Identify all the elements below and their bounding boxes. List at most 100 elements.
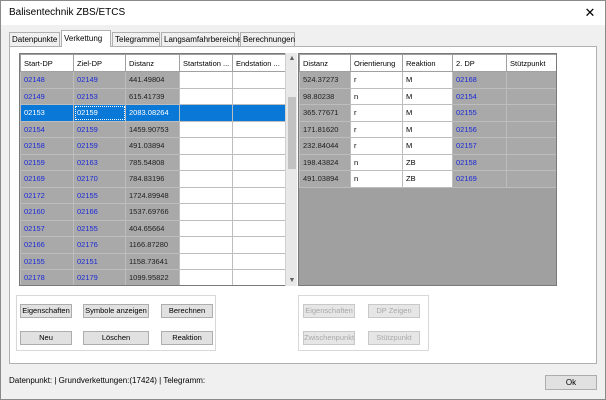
table-cell[interactable]: 02176 — [73, 236, 126, 254]
tab-verkettung[interactable]: Verkettung — [61, 30, 111, 47]
table-cell[interactable]: 441.49804 — [125, 71, 180, 89]
table-cell[interactable] — [232, 170, 287, 188]
table-cell[interactable]: n — [350, 87, 403, 105]
tab-telegramme[interactable]: Telegramme — [112, 32, 160, 46]
table-cell[interactable] — [232, 137, 287, 155]
table-cell[interactable]: 1158.73641 — [125, 252, 180, 270]
table-cell[interactable] — [506, 87, 556, 105]
scrollbar-thumb[interactable] — [288, 97, 296, 169]
table-cell[interactable]: 02157 — [20, 219, 74, 237]
table-row[interactable]: 98.80238 n M 02154 — [299, 87, 556, 105]
table-cell[interactable]: 1166.87280 — [125, 236, 180, 254]
table-row[interactable]: 02178 02179 1099.95822 — [20, 269, 287, 285]
table-cell[interactable]: 02169 — [452, 170, 507, 188]
table-cell[interactable]: 02179 — [73, 269, 126, 285]
table-cell[interactable]: 02154 — [452, 87, 507, 105]
table-cell[interactable]: 02158 — [20, 137, 74, 155]
table-row[interactable]: 491.03894 n ZB 02169 — [299, 170, 556, 188]
table-cell[interactable]: 491.03894 — [125, 137, 180, 155]
table-cell[interactable] — [232, 104, 287, 122]
table-cell[interactable]: r — [350, 137, 403, 155]
table-cell[interactable]: 1099.95822 — [125, 269, 180, 285]
table-cell[interactable]: 232.84044 — [299, 137, 351, 155]
verkettung-column-header[interactable]: Start-DP — [20, 54, 74, 72]
table-cell[interactable] — [179, 170, 233, 188]
table-cell[interactable] — [232, 71, 287, 89]
table-row[interactable]: 02166 02176 1166.87280 — [20, 236, 287, 254]
table-cell[interactable]: 02166 — [73, 203, 126, 221]
table-cell[interactable] — [179, 186, 233, 204]
table-cell[interactable]: ZB — [402, 153, 453, 171]
table-cell[interactable]: r — [350, 71, 403, 89]
berechnen-button[interactable]: Berechnen — [161, 304, 213, 318]
table-cell[interactable]: 02159 — [73, 120, 126, 138]
table-cell[interactable] — [232, 186, 287, 204]
dp-zeigen-button[interactable]: DP Zeigen — [368, 304, 420, 318]
table-cell[interactable] — [179, 137, 233, 155]
table-row[interactable]: 171.81620 r M 02156 — [299, 120, 556, 138]
reaktion-button[interactable]: Reaktion — [161, 331, 213, 345]
table-row[interactable]: 02172 02155 1724.89948 — [20, 186, 287, 204]
table-cell[interactable] — [179, 153, 233, 171]
chevron-down-icon[interactable]: ▼ — [286, 275, 298, 286]
table-cell[interactable]: 02170 — [73, 170, 126, 188]
tab-berechnungen[interactable]: Berechnungen — [240, 32, 295, 46]
table-row[interactable]: 02154 02159 1459.90753 — [20, 120, 287, 138]
table-cell[interactable]: 1459.90753 — [125, 120, 180, 138]
table-cell[interactable]: 785.54808 — [125, 153, 180, 171]
stuetzpunkt-button[interactable]: Stützpunkt — [368, 331, 420, 345]
table-cell[interactable]: 02166 — [20, 236, 74, 254]
table-cell[interactable] — [179, 219, 233, 237]
table-cell[interactable]: 1537.69766 — [125, 203, 180, 221]
verkettung-column-header[interactable]: Distanz — [125, 54, 180, 72]
table-cell[interactable]: 02149 — [73, 71, 126, 89]
table-cell[interactable] — [506, 104, 556, 122]
table-cell[interactable]: 171.81620 — [299, 120, 351, 138]
table-cell[interactable]: 02155 — [73, 219, 126, 237]
table-cell[interactable]: 02155 — [73, 186, 126, 204]
table-row[interactable]: 524.37273 r M 02168 — [299, 71, 556, 89]
table-cell[interactable] — [232, 219, 287, 237]
table-cell[interactable]: M — [402, 104, 453, 122]
reaktion-column-header[interactable]: Orientierung — [350, 54, 403, 72]
verkettung-column-header[interactable]: Startstation ... — [179, 54, 233, 72]
table-cell[interactable] — [506, 71, 556, 89]
table-cell[interactable]: 615.41739 — [125, 87, 180, 105]
verkettung-column-header[interactable]: Ziel-DP — [73, 54, 126, 72]
reaktion-column-header[interactable]: Stützpunkt — [506, 54, 556, 72]
table-row[interactable]: 02155 02151 1158.73641 — [20, 252, 287, 270]
table-row[interactable]: 02148 02149 441.49804 — [20, 71, 287, 89]
table-cell[interactable] — [506, 137, 556, 155]
table-cell[interactable] — [232, 87, 287, 105]
table-row[interactable]: 02159 02163 785.54808 — [20, 153, 287, 171]
table-cell[interactable] — [232, 120, 287, 138]
table-cell[interactable] — [179, 252, 233, 270]
tab-datenpunkte[interactable]: Datenpunkte — [9, 32, 60, 46]
tab-langsamfahrbereiche[interactable]: Langsamfahrbereiche — [161, 32, 241, 46]
reaktion-column-header[interactable]: 2. DP — [452, 54, 507, 72]
table-cell[interactable]: 02169 — [20, 170, 74, 188]
table-cell[interactable]: 02159 — [73, 104, 126, 122]
loeschen-button[interactable]: Löschen — [83, 331, 149, 345]
verkettung-grid[interactable]: Start-DP Ziel-DP Distanz Startstation ... En… — [19, 53, 297, 286]
table-cell[interactable]: r — [350, 120, 403, 138]
table-cell[interactable]: M — [402, 71, 453, 89]
table-cell[interactable]: 2083.08264 — [125, 104, 180, 122]
table-cell[interactable]: 365.77671 — [299, 104, 351, 122]
ok-button[interactable]: Ok — [545, 375, 597, 390]
table-cell[interactable]: 524.37273 — [299, 71, 351, 89]
reaktion-column-header[interactable]: Distanz — [299, 54, 351, 72]
table-cell[interactable] — [506, 153, 556, 171]
table-row[interactable]: 198.43824 n ZB 02158 — [299, 153, 556, 171]
table-cell[interactable] — [232, 236, 287, 254]
table-cell[interactable]: 02149 — [20, 87, 74, 105]
reaktion-eigenschaften-button[interactable]: Eigenschaften — [303, 304, 355, 318]
table-cell[interactable]: 98.80238 — [299, 87, 351, 105]
symbole-anzeigen-button[interactable]: Symbole anzeigen — [83, 304, 149, 318]
table-cell[interactable] — [179, 87, 233, 105]
table-cell[interactable] — [232, 153, 287, 171]
table-cell[interactable]: 02178 — [20, 269, 74, 285]
table-cell[interactable] — [179, 269, 233, 285]
table-cell[interactable]: 02158 — [452, 153, 507, 171]
table-cell[interactable]: n — [350, 170, 403, 188]
